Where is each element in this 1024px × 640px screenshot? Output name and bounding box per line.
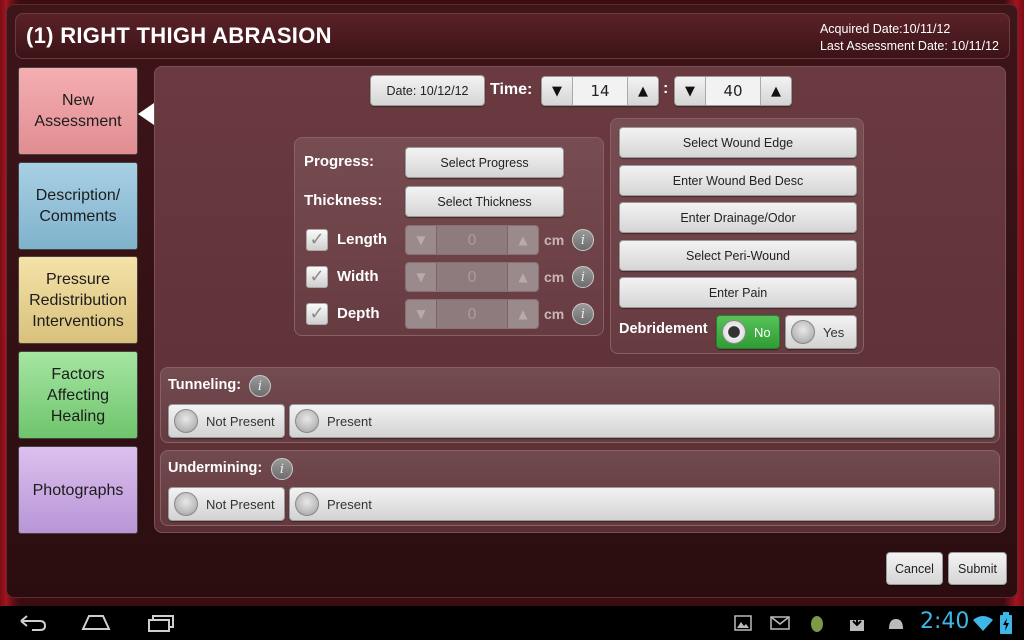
length-info-icon[interactable]: i xyxy=(572,229,594,251)
tab-label: Factors Affecting Healing xyxy=(47,365,109,425)
gmail-icon xyxy=(770,616,790,630)
tab-label: Description/ Comments xyxy=(35,187,121,225)
width-label: Width xyxy=(337,268,379,285)
debridement-no-radio[interactable]: No xyxy=(716,315,780,349)
undermining-label: Undermining: xyxy=(168,460,263,476)
debridement-label: Debridement xyxy=(619,321,708,337)
android-bug-icon xyxy=(811,616,823,632)
depth-label: Depth xyxy=(337,305,380,322)
wifi-icon xyxy=(973,616,993,631)
active-tab-pointer xyxy=(138,103,154,125)
submit-button[interactable]: Submit xyxy=(948,552,1007,585)
depth-up-icon[interactable]: ▲ xyxy=(508,300,538,328)
gallery-icon xyxy=(734,615,752,631)
width-checkbox[interactable]: ✓ xyxy=(306,266,328,288)
length-down-icon[interactable]: ▼ xyxy=(406,226,436,254)
enter-drainage-odor-button[interactable]: Enter Drainage/Odor xyxy=(619,202,857,233)
download-icon xyxy=(850,615,864,631)
android-icon xyxy=(889,619,903,629)
date-button[interactable]: Date: 10/12/12 xyxy=(370,75,485,106)
acquired-date: Acquired Date:10/11/12 xyxy=(819,22,951,36)
depth-info-icon[interactable]: i xyxy=(572,303,594,325)
depth-down-icon[interactable]: ▼ xyxy=(406,300,436,328)
tab-label: New Assessment xyxy=(34,92,122,130)
tunneling-not-present-radio[interactable]: Not Present xyxy=(168,404,285,438)
tunneling-present-radio[interactable]: Present xyxy=(289,404,995,438)
hour-down-icon[interactable]: ▼ xyxy=(542,77,572,105)
debridement-yes-radio[interactable]: Yes xyxy=(785,315,857,349)
hour-up-icon[interactable]: ▲ xyxy=(628,77,658,105)
select-progress-button[interactable]: Select Progress xyxy=(405,147,564,178)
width-down-icon[interactable]: ▼ xyxy=(406,263,436,291)
tab-description-comments[interactable]: Description/ Comments xyxy=(18,162,138,250)
depth-stepper: ▼ 0 ▲ xyxy=(405,299,539,329)
depth-unit: cm xyxy=(544,306,565,322)
radio-label: Not Present xyxy=(206,496,275,512)
thickness-label: Thickness: xyxy=(304,192,383,209)
minute-up-icon[interactable]: ▲ xyxy=(761,77,791,105)
enter-pain-button[interactable]: Enter Pain xyxy=(619,277,857,308)
system-navbar: 2:40 xyxy=(0,606,1024,640)
radio-unselected-icon xyxy=(174,409,198,433)
recent-apps-icon[interactable] xyxy=(146,614,176,632)
undermining-info-icon[interactable]: i xyxy=(271,458,293,480)
radio-label: Present xyxy=(327,413,372,429)
tab-new-assessment[interactable]: New Assessment xyxy=(18,67,138,155)
back-icon[interactable] xyxy=(18,614,48,632)
undermining-not-present-radio[interactable]: Not Present xyxy=(168,487,285,521)
radio-unselected-icon xyxy=(295,409,319,433)
undermining-section: Undermining: i Not Present Present xyxy=(160,450,1000,526)
last-assessment-date: Last Assessment Date: 10/11/12 xyxy=(819,39,999,53)
hour-stepper: ▼ 14 ▲ xyxy=(541,76,659,106)
enter-wound-bed-button[interactable]: Enter Wound Bed Desc xyxy=(619,165,857,196)
status-clock: 2:40 xyxy=(920,609,970,634)
length-up-icon[interactable]: ▲ xyxy=(508,226,538,254)
tab-pressure-redistribution[interactable]: Pressure Redistribution Interventions xyxy=(18,256,138,344)
minute-down-icon[interactable]: ▼ xyxy=(675,77,705,105)
width-value[interactable]: 0 xyxy=(436,263,508,291)
length-checkbox[interactable]: ✓ xyxy=(306,229,328,251)
time-separator: : xyxy=(663,80,669,97)
radio-unselected-icon xyxy=(295,492,319,516)
radio-selected-icon xyxy=(722,320,746,344)
page-title: (1) RIGHT THIGH ABRASION xyxy=(26,23,332,48)
length-value[interactable]: 0 xyxy=(436,226,508,254)
width-stepper: ▼ 0 ▲ xyxy=(405,262,539,292)
width-unit: cm xyxy=(544,269,565,285)
radio-unselected-icon xyxy=(791,320,815,344)
select-peri-wound-button[interactable]: Select Peri-Wound xyxy=(619,240,857,271)
undermining-present-radio[interactable]: Present xyxy=(289,487,995,521)
tab-label: Photographs xyxy=(32,481,124,499)
time-label: Time: xyxy=(490,81,533,98)
hour-value[interactable]: 14 xyxy=(572,77,628,105)
tunneling-section: Tunneling: i Not Present Present xyxy=(160,367,1000,443)
cancel-button[interactable]: Cancel xyxy=(886,552,943,585)
home-icon[interactable] xyxy=(80,613,112,631)
width-up-icon[interactable]: ▲ xyxy=(508,263,538,291)
radio-label: No xyxy=(754,324,771,340)
radio-label: Yes xyxy=(823,324,845,340)
progress-label: Progress: xyxy=(304,153,375,170)
tab-label: Pressure Redistribution Interventions xyxy=(29,270,127,330)
battery-icon xyxy=(1000,612,1012,634)
tab-photographs[interactable]: Photographs xyxy=(18,446,138,534)
tunneling-label: Tunneling: xyxy=(168,377,242,393)
length-label: Length xyxy=(337,231,387,248)
radio-label: Not Present xyxy=(206,413,275,429)
tab-factors-affecting-healing[interactable]: Factors Affecting Healing xyxy=(18,351,138,439)
radio-unselected-icon xyxy=(174,492,198,516)
width-info-icon[interactable]: i xyxy=(572,266,594,288)
length-unit: cm xyxy=(544,232,565,248)
select-wound-edge-button[interactable]: Select Wound Edge xyxy=(619,127,857,158)
radio-label: Present xyxy=(327,496,372,512)
minute-value[interactable]: 40 xyxy=(705,77,761,105)
depth-value[interactable]: 0 xyxy=(436,300,508,328)
minute-stepper: ▼ 40 ▲ xyxy=(674,76,792,106)
tunneling-info-icon[interactable]: i xyxy=(249,375,271,397)
length-stepper: ▼ 0 ▲ xyxy=(405,225,539,255)
select-thickness-button[interactable]: Select Thickness xyxy=(405,186,564,217)
header-bar: (1) RIGHT THIGH ABRASION Acquired Date:1… xyxy=(15,13,1010,59)
header-dates: Acquired Date:10/11/12 Last Assessment D… xyxy=(820,21,999,55)
depth-checkbox[interactable]: ✓ xyxy=(306,303,328,325)
